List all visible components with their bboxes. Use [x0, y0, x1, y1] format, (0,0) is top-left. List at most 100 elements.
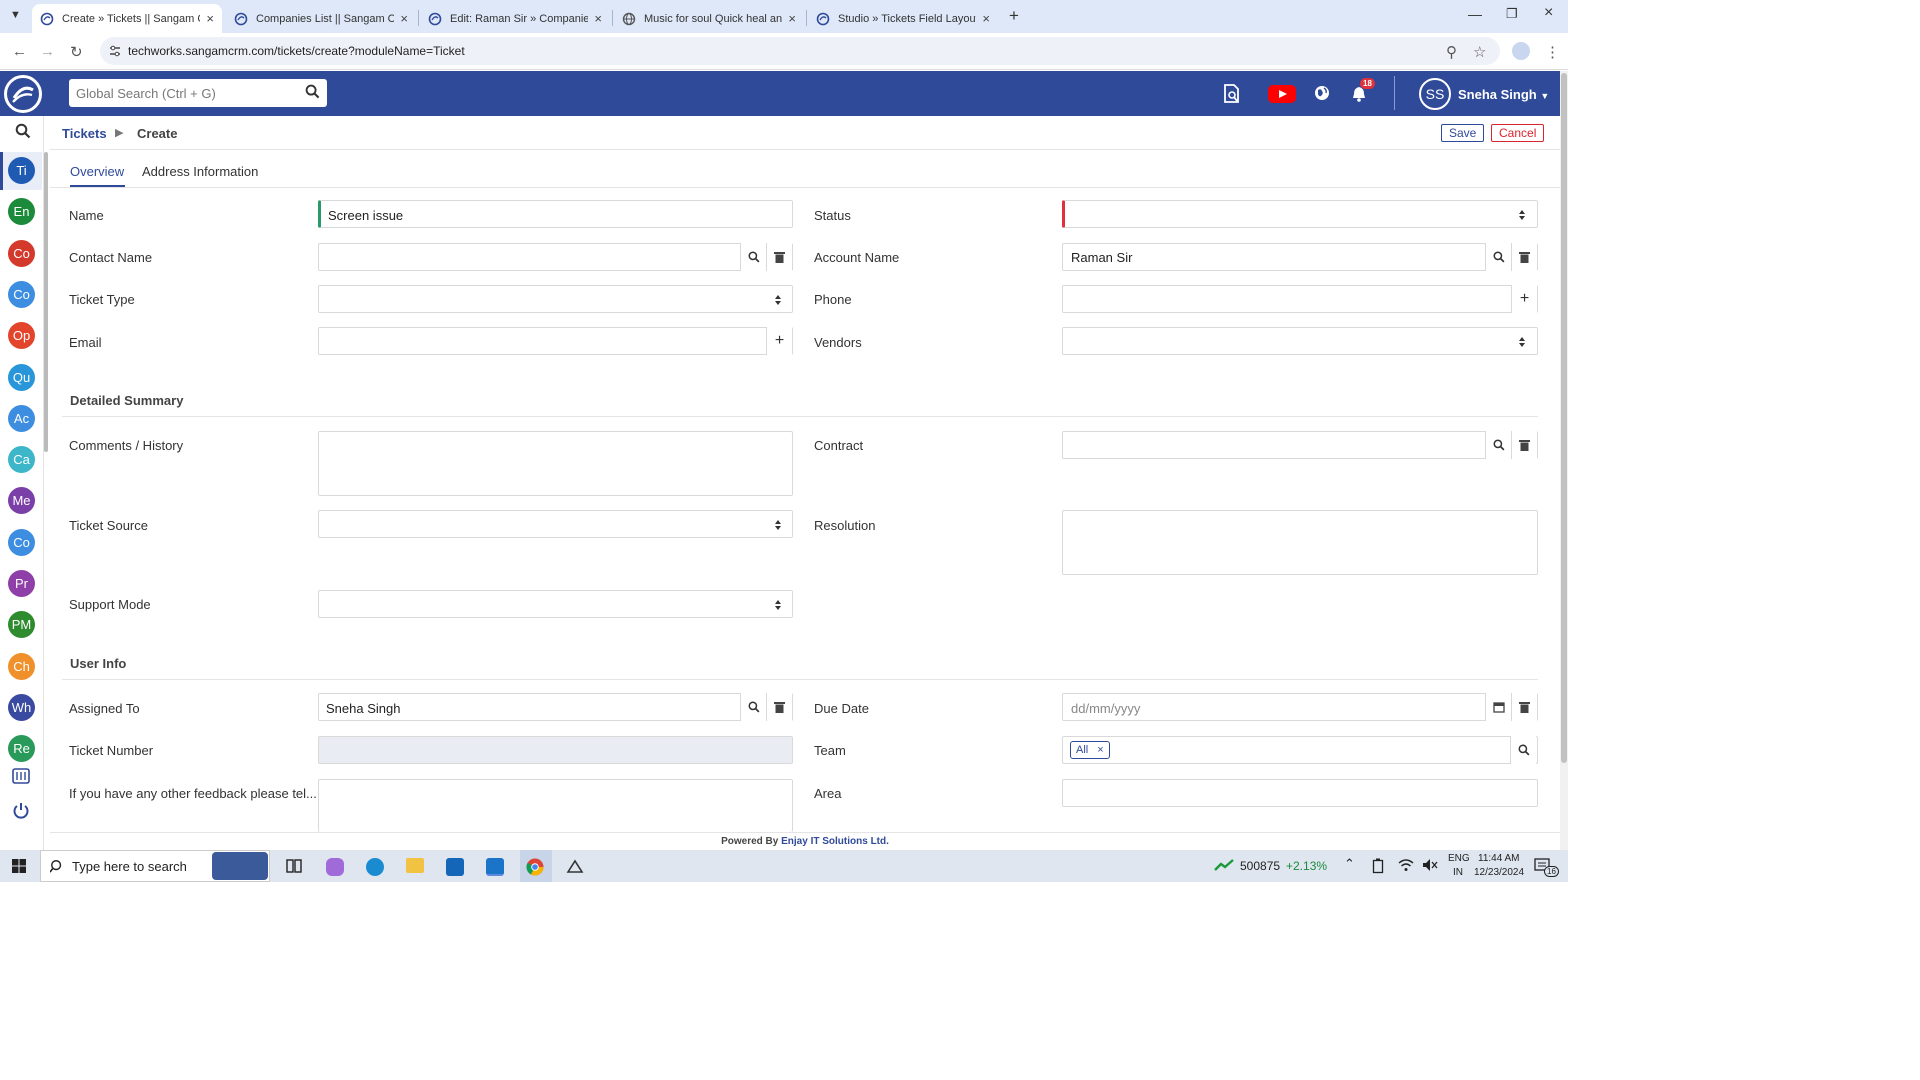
- tab-address-information[interactable]: Address Information: [142, 164, 258, 179]
- chevron-up-icon[interactable]: ⌃: [1344, 856, 1355, 872]
- close-window-icon[interactable]: ×: [1544, 4, 1553, 22]
- close-tab-icon[interactable]: ×: [400, 11, 408, 26]
- add-phone-button[interactable]: +: [1511, 285, 1537, 313]
- clock-time[interactable]: 11:44 AM: [1478, 853, 1520, 864]
- battery-icon[interactable]: [1372, 858, 1384, 874]
- add-email-button[interactable]: +: [766, 327, 792, 355]
- ticket-source-select[interactable]: [318, 510, 793, 538]
- ticket-type-select[interactable]: [318, 285, 793, 313]
- save-button[interactable]: Save: [1441, 124, 1485, 142]
- chrome-menu-icon[interactable]: ⋮: [1545, 43, 1560, 61]
- wifi-icon[interactable]: [1398, 858, 1414, 872]
- language-eng[interactable]: ENG: [1448, 853, 1470, 864]
- due-date-clear-button[interactable]: [1511, 693, 1537, 721]
- outlook-new-icon[interactable]: [486, 858, 504, 876]
- contract-field[interactable]: [1062, 431, 1538, 459]
- zoom-icon[interactable]: ⚲: [1446, 43, 1457, 61]
- status-select[interactable]: [1062, 200, 1538, 228]
- reload-icon[interactable]: ↻: [70, 43, 83, 61]
- browser-tab-active[interactable]: Create » Tickets || Sangam CRM ×: [32, 4, 222, 33]
- copilot-icon[interactable]: [326, 858, 344, 876]
- bookmark-star-icon[interactable]: ☆: [1473, 43, 1486, 61]
- module-ca[interactable]: Ca: [8, 446, 35, 473]
- tab-overview[interactable]: Overview: [70, 164, 124, 179]
- contract-lookup-button[interactable]: [1485, 431, 1511, 459]
- close-tab-icon[interactable]: ×: [206, 11, 214, 26]
- sangam-logo[interactable]: [4, 75, 42, 113]
- resolution-textarea[interactable]: [1062, 510, 1538, 575]
- support-mode-select[interactable]: [318, 590, 793, 618]
- module-re[interactable]: Re: [8, 735, 35, 762]
- contract-clear-button[interactable]: [1511, 431, 1537, 459]
- back-icon[interactable]: ←: [12, 43, 27, 60]
- user-menu[interactable]: Sneha Singh ▼: [1458, 87, 1549, 102]
- task-view-icon[interactable]: [286, 858, 302, 874]
- scanner-app-icon[interactable]: [566, 858, 584, 876]
- footer-company-link[interactable]: Enjay IT Solutions Ltd.: [781, 836, 889, 847]
- windows-start-icon[interactable]: [12, 859, 26, 873]
- module-en[interactable]: En: [8, 198, 35, 225]
- comments-textarea[interactable]: [318, 431, 793, 496]
- feedback-textarea[interactable]: [318, 779, 793, 832]
- module-co-3[interactable]: Co: [8, 529, 35, 556]
- document-search-icon[interactable]: [1223, 84, 1241, 104]
- file-explorer-icon[interactable]: [406, 858, 424, 873]
- module-ch[interactable]: Ch: [8, 653, 35, 680]
- profile-icon[interactable]: [1512, 42, 1530, 60]
- forward-icon[interactable]: →: [40, 43, 55, 60]
- youtube-icon[interactable]: [1268, 85, 1296, 103]
- team-lookup-button[interactable]: [1510, 736, 1536, 764]
- contact-clear-button[interactable]: [766, 243, 792, 271]
- rail-scrollbar[interactable]: [44, 152, 48, 452]
- account-lookup-button[interactable]: [1485, 243, 1511, 271]
- tab-search-icon[interactable]: ▼: [10, 9, 21, 21]
- account-clear-button[interactable]: [1511, 243, 1537, 271]
- stock-value[interactable]: 500875: [1240, 859, 1280, 873]
- page-scrollbar-thumb[interactable]: [1561, 73, 1567, 763]
- close-tab-icon[interactable]: ×: [788, 11, 796, 26]
- contact-name-field[interactable]: [318, 243, 793, 271]
- account-name-field[interactable]: [1062, 243, 1538, 271]
- module-pm[interactable]: PM: [8, 611, 35, 638]
- contact-lookup-button[interactable]: [740, 243, 766, 271]
- modules-grid-icon[interactable]: [12, 768, 30, 784]
- module-search-icon[interactable]: [15, 123, 31, 139]
- phone-field[interactable]: [1062, 285, 1538, 313]
- close-tab-icon[interactable]: ×: [982, 11, 990, 26]
- module-co-2[interactable]: Co: [8, 281, 35, 308]
- browser-tab[interactable]: Music for soul Quick heal antivi ×: [614, 4, 804, 33]
- global-search-input[interactable]: [69, 79, 327, 107]
- assigned-clear-button[interactable]: [766, 693, 792, 721]
- browser-tab[interactable]: Edit: Raman Sir » Companies || S ×: [420, 4, 610, 33]
- close-tab-icon[interactable]: ×: [594, 11, 602, 26]
- url-text[interactable]: techworks.sangamcrm.com/tickets/create?m…: [128, 44, 465, 58]
- module-op[interactable]: Op: [8, 322, 35, 349]
- globe-icon[interactable]: [1314, 85, 1330, 101]
- minimize-icon[interactable]: —: [1468, 6, 1482, 22]
- module-me[interactable]: Me: [8, 487, 35, 514]
- team-field[interactable]: [1062, 736, 1538, 764]
- breadcrumb-tickets-link[interactable]: Tickets: [62, 126, 107, 141]
- team-tag[interactable]: All ×: [1070, 741, 1110, 759]
- module-qu[interactable]: Qu: [8, 364, 35, 391]
- browser-tab[interactable]: Studio » Tickets Field Layout || S ×: [808, 4, 998, 33]
- search-highlight-icon[interactable]: [212, 852, 268, 880]
- module-ac[interactable]: Ac: [8, 405, 35, 432]
- cancel-button[interactable]: Cancel: [1491, 124, 1545, 142]
- module-pr[interactable]: Pr: [8, 570, 35, 597]
- vendors-select[interactable]: [1062, 327, 1538, 355]
- avatar[interactable]: SS: [1419, 78, 1451, 110]
- search-icon[interactable]: [305, 84, 320, 99]
- calendar-button[interactable]: [1485, 693, 1511, 721]
- module-wh[interactable]: Wh: [8, 694, 35, 721]
- assigned-lookup-button[interactable]: [740, 693, 766, 721]
- restore-icon[interactable]: ❐: [1506, 6, 1518, 22]
- module-tickets[interactable]: Ti: [8, 157, 35, 184]
- module-co-1[interactable]: Co: [8, 240, 35, 267]
- power-icon[interactable]: [12, 802, 30, 820]
- email-field[interactable]: [318, 327, 793, 355]
- site-info-icon[interactable]: [108, 44, 122, 58]
- outlook-icon[interactable]: [446, 858, 464, 876]
- new-tab-icon[interactable]: +: [1009, 6, 1019, 26]
- area-field[interactable]: [1062, 779, 1538, 807]
